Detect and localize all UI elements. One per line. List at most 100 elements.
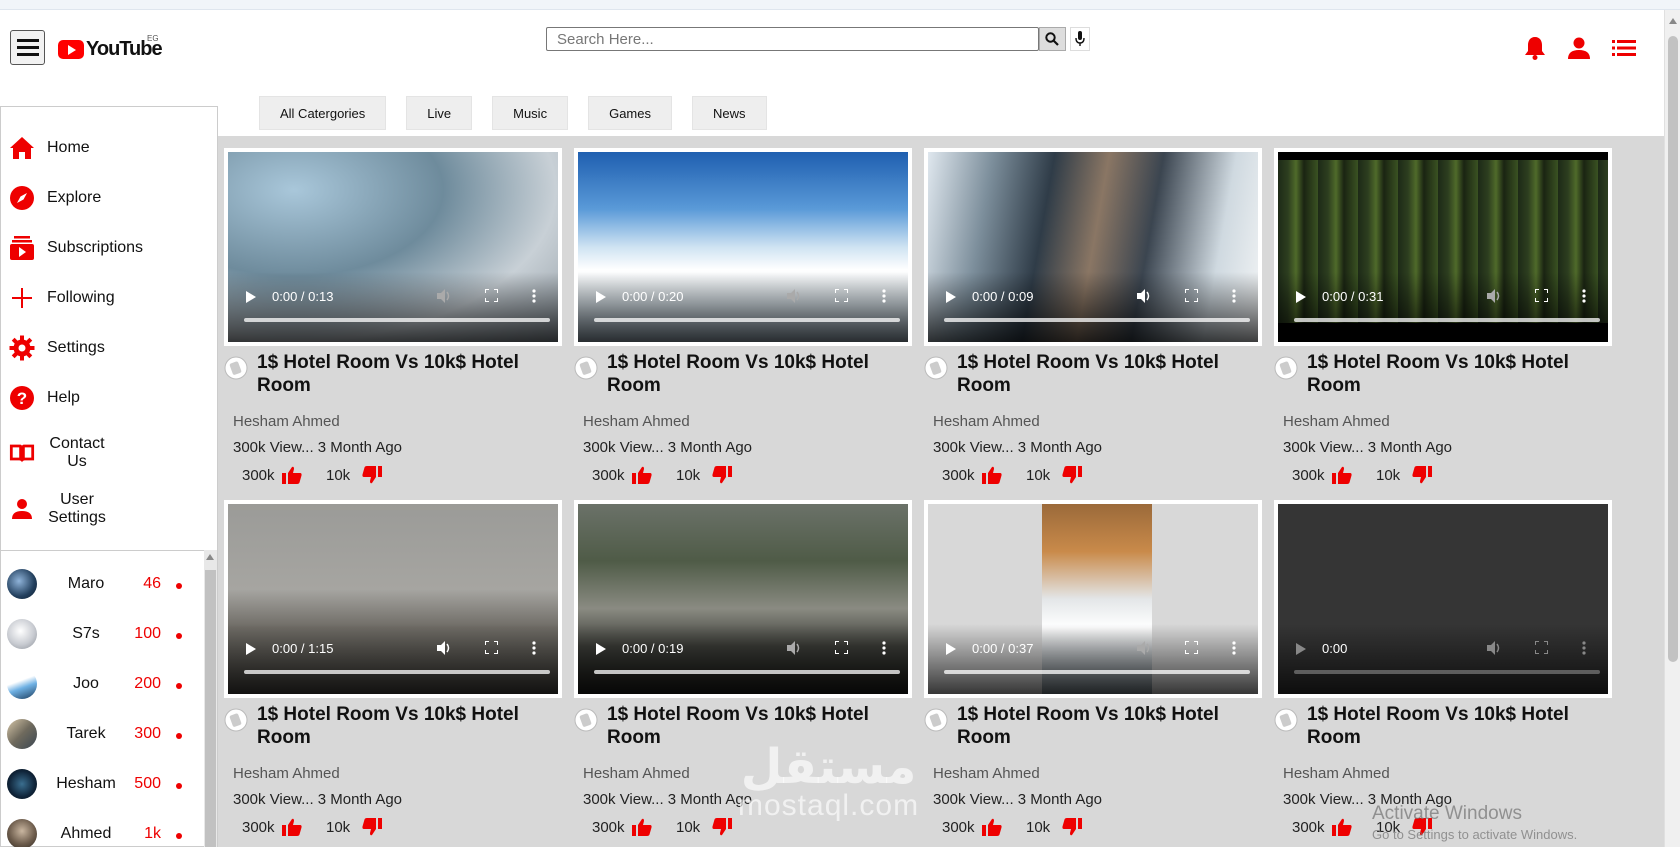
video-card[interactable]: 0:00 / 0:31 1$ Hotel Room Vs 10k$ Hotel … bbox=[1274, 148, 1612, 484]
video-title[interactable]: 1$ Hotel Room Vs 10k$ Hotel Room bbox=[957, 351, 1257, 397]
more-options-icon[interactable] bbox=[1582, 641, 1586, 658]
list-icon[interactable] bbox=[1612, 40, 1636, 56]
more-options-icon[interactable] bbox=[532, 289, 536, 306]
more-options-icon[interactable] bbox=[882, 289, 886, 306]
more-options-icon[interactable] bbox=[532, 641, 536, 658]
sidebar-item-contact[interactable]: Contact Us bbox=[1, 433, 217, 473]
thumbs-up-icon[interactable] bbox=[632, 466, 652, 484]
more-options-icon[interactable] bbox=[1232, 289, 1236, 306]
thumbs-down-icon[interactable] bbox=[1062, 818, 1082, 836]
subscription-item[interactable]: Joo 200 bbox=[1, 665, 201, 705]
search-input[interactable] bbox=[546, 27, 1039, 51]
channel-name[interactable]: Hesham Ahmed bbox=[233, 765, 340, 782]
thumbs-down-icon[interactable] bbox=[712, 466, 732, 484]
subscription-item[interactable]: Maro 46 bbox=[1, 565, 201, 605]
video-title[interactable]: 1$ Hotel Room Vs 10k$ Hotel Room bbox=[1307, 703, 1607, 749]
sidebar-item-settings[interactable]: Settings bbox=[1, 333, 217, 363]
hamburger-menu-button[interactable] bbox=[10, 30, 45, 65]
fullscreen-icon[interactable] bbox=[1534, 640, 1549, 657]
sidebar-item-user-settings[interactable]: User Settings bbox=[1, 489, 217, 529]
subscription-item[interactable]: Hesham 500 bbox=[1, 765, 201, 805]
fullscreen-icon[interactable] bbox=[834, 640, 849, 657]
thumbs-up-icon[interactable] bbox=[1332, 466, 1352, 484]
fullscreen-icon[interactable] bbox=[484, 640, 499, 657]
volume-icon[interactable] bbox=[436, 289, 452, 306]
thumbs-down-icon[interactable] bbox=[362, 818, 382, 836]
play-icon[interactable] bbox=[596, 643, 606, 655]
video-player[interactable]: 0:00 / 0:20 bbox=[574, 148, 912, 346]
fullscreen-icon[interactable] bbox=[1184, 640, 1199, 657]
scroll-thumb[interactable] bbox=[205, 570, 216, 847]
thumbs-down-icon[interactable] bbox=[362, 466, 382, 484]
channel-name[interactable]: Hesham Ahmed bbox=[933, 413, 1040, 430]
progress-track[interactable] bbox=[1294, 670, 1600, 674]
subscriptions-scrollbar[interactable] bbox=[204, 550, 217, 847]
video-player[interactable]: 0:00 / 0:37 bbox=[924, 500, 1262, 698]
video-title[interactable]: 1$ Hotel Room Vs 10k$ Hotel Room bbox=[257, 351, 557, 397]
chip-live[interactable]: Live bbox=[406, 96, 473, 130]
play-icon[interactable] bbox=[246, 291, 256, 303]
thumbs-up-icon[interactable] bbox=[982, 466, 1002, 484]
video-player[interactable]: 0:00 / 1:15 bbox=[224, 500, 562, 698]
progress-track[interactable] bbox=[244, 670, 550, 674]
video-title[interactable]: 1$ Hotel Room Vs 10k$ Hotel Room bbox=[607, 351, 907, 397]
video-title[interactable]: 1$ Hotel Room Vs 10k$ Hotel Room bbox=[257, 703, 557, 749]
thumbs-up-icon[interactable] bbox=[282, 818, 302, 836]
volume-icon[interactable] bbox=[786, 289, 802, 306]
sidebar-item-home[interactable]: Home bbox=[1, 133, 217, 163]
subscription-item[interactable]: Tarek 300 bbox=[1, 715, 201, 755]
sidebar-item-explore[interactable]: Explore bbox=[1, 183, 217, 213]
scroll-thumb[interactable] bbox=[1668, 36, 1678, 662]
fullscreen-icon[interactable] bbox=[484, 288, 499, 305]
scroll-up-arrow-icon[interactable] bbox=[206, 554, 214, 560]
volume-icon[interactable] bbox=[1136, 289, 1152, 306]
video-title[interactable]: 1$ Hotel Room Vs 10k$ Hotel Room bbox=[1307, 351, 1607, 397]
progress-track[interactable] bbox=[944, 670, 1250, 674]
bell-icon[interactable] bbox=[1524, 36, 1546, 60]
video-card[interactable]: 0:00 / 0:13 1$ Hotel Room Vs 10k$ Hotel … bbox=[224, 148, 562, 484]
page-scrollbar[interactable] bbox=[1664, 10, 1680, 847]
channel-name[interactable]: Hesham Ahmed bbox=[933, 765, 1040, 782]
channel-name[interactable]: Hesham Ahmed bbox=[233, 413, 340, 430]
subscription-item[interactable]: Ahmed 1k bbox=[1, 815, 201, 847]
thumbs-up-icon[interactable] bbox=[282, 466, 302, 484]
channel-name[interactable]: Hesham Ahmed bbox=[1283, 765, 1390, 782]
video-card[interactable]: 0:00 / 0:37 1$ Hotel Room Vs 10k$ Hotel … bbox=[924, 500, 1262, 836]
play-icon[interactable] bbox=[1296, 643, 1306, 655]
chip-games[interactable]: Games bbox=[588, 96, 672, 130]
channel-name[interactable]: Hesham Ahmed bbox=[583, 765, 690, 782]
thumbs-up-icon[interactable] bbox=[982, 818, 1002, 836]
channel-name[interactable]: Hesham Ahmed bbox=[583, 413, 690, 430]
play-icon[interactable] bbox=[1296, 291, 1306, 303]
video-card[interactable]: 0:00 1$ Hotel Room Vs 10k$ Hotel Room He… bbox=[1274, 500, 1612, 836]
progress-track[interactable] bbox=[594, 318, 900, 322]
video-card[interactable]: 0:00 / 0:20 1$ Hotel Room Vs 10k$ Hotel … bbox=[574, 148, 912, 484]
more-options-icon[interactable] bbox=[1582, 289, 1586, 306]
search-button[interactable] bbox=[1038, 27, 1066, 51]
progress-track[interactable] bbox=[244, 318, 550, 322]
play-icon[interactable] bbox=[946, 291, 956, 303]
user-icon[interactable] bbox=[1568, 37, 1590, 59]
thumbs-down-icon[interactable] bbox=[1412, 466, 1432, 484]
volume-icon[interactable] bbox=[436, 641, 452, 658]
fullscreen-icon[interactable] bbox=[834, 288, 849, 305]
video-card[interactable]: 0:00 / 1:15 1$ Hotel Room Vs 10k$ Hotel … bbox=[224, 500, 562, 836]
video-player[interactable]: 0:00 / 0:31 bbox=[1274, 148, 1612, 346]
video-player[interactable]: 0:00 / 0:19 bbox=[574, 500, 912, 698]
more-options-icon[interactable] bbox=[1232, 641, 1236, 658]
progress-track[interactable] bbox=[1294, 318, 1600, 322]
thumbs-up-icon[interactable] bbox=[1332, 818, 1352, 836]
volume-icon[interactable] bbox=[1486, 289, 1502, 306]
play-icon[interactable] bbox=[246, 643, 256, 655]
scroll-up-arrow-icon[interactable] bbox=[1669, 18, 1677, 24]
volume-icon[interactable] bbox=[786, 641, 802, 658]
video-player[interactable]: 0:00 / 0:09 bbox=[924, 148, 1262, 346]
more-options-icon[interactable] bbox=[882, 641, 886, 658]
play-icon[interactable] bbox=[596, 291, 606, 303]
thumbs-down-icon[interactable] bbox=[1062, 466, 1082, 484]
progress-track[interactable] bbox=[944, 318, 1250, 322]
play-icon[interactable] bbox=[946, 643, 956, 655]
video-player[interactable]: 0:00 / 0:13 bbox=[224, 148, 562, 346]
mic-button[interactable] bbox=[1069, 27, 1090, 51]
channel-name[interactable]: Hesham Ahmed bbox=[1283, 413, 1390, 430]
